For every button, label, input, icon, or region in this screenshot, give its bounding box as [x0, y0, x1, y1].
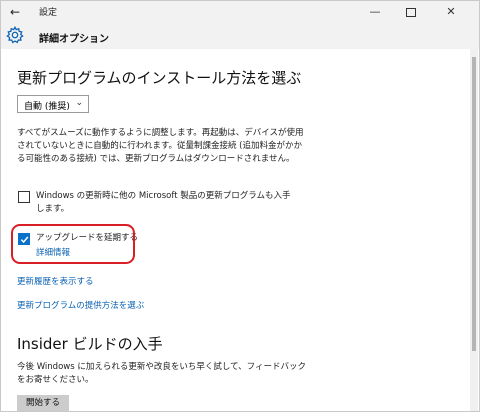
update-history-link[interactable]: 更新履歴を表示する	[17, 275, 94, 287]
start-insider-button[interactable]: 開始する	[17, 395, 69, 411]
scrollbar-thumb[interactable]	[472, 57, 476, 351]
delivery-method-link[interactable]: 更新プログラムの提供方法を選ぶ	[17, 299, 144, 311]
page-title: 詳細オプション	[39, 34, 109, 45]
install-description: すべてがスムーズに動作するように調整します。再起動は、デバイスが使用されていない…	[17, 128, 304, 164]
install-method-dropdown[interactable]: 自動 (推奨) ⌄	[17, 95, 89, 113]
insider-heading: Insider ビルドの入手	[17, 335, 163, 353]
app-title: 設定	[39, 8, 58, 18]
settings-window: ← 設定 — ✕ 詳細オプション 更新プログラムのインストール方法を選ぶ 自動 …	[0, 0, 480, 412]
maximize-icon	[406, 7, 416, 17]
insider-description: 今後 Windows に加えられる更新や改良をいち早く試して、フィードバックをお…	[17, 362, 306, 385]
ms-products-label[interactable]: Windows の更新時に他の Microsoft 製品の更新プログラムも入手し…	[36, 190, 298, 216]
highlight-outline	[11, 224, 135, 264]
page-header: 詳細オプション	[1, 23, 479, 49]
chevron-down-icon: ⌄	[75, 98, 83, 108]
install-method-heading: 更新プログラムのインストール方法を選ぶ	[17, 69, 302, 87]
minimize-button[interactable]: —	[357, 1, 393, 23]
gear-icon	[6, 26, 24, 44]
back-arrow-icon[interactable]: ←	[5, 3, 25, 21]
title-bar: ← 設定 — ✕	[1, 1, 479, 23]
scrollbar[interactable]	[470, 49, 478, 411]
close-button[interactable]: ✕	[433, 1, 469, 23]
content-area: 更新プログラムのインストール方法を選ぶ 自動 (推奨) ⌄ すべてがスムーズに動…	[1, 49, 469, 411]
ms-products-checkbox[interactable]	[18, 191, 30, 203]
dropdown-value: 自動 (推奨)	[24, 102, 70, 112]
maximize-button[interactable]	[393, 1, 429, 23]
